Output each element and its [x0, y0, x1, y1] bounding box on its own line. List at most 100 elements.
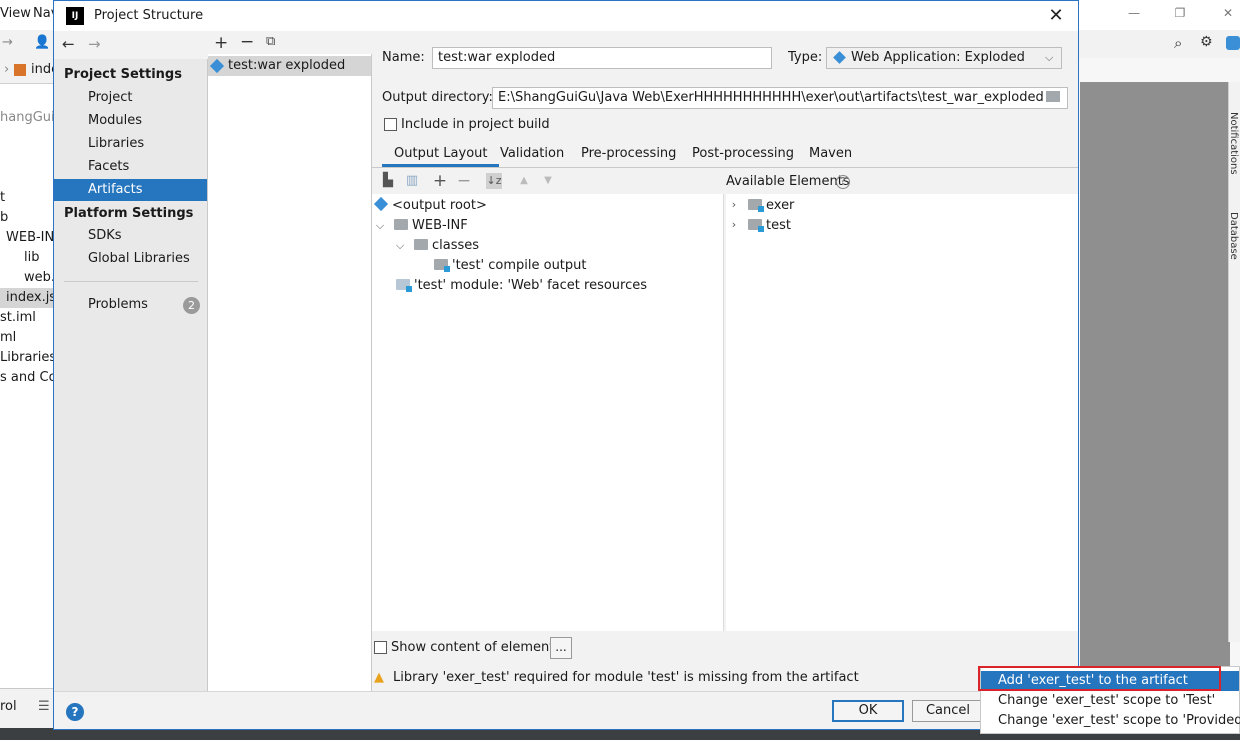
- remove-icon[interactable]: −: [240, 32, 254, 52]
- bottom-tool-label[interactable]: rol: [0, 699, 17, 714]
- tab-validation[interactable]: Validation: [500, 145, 564, 167]
- tree-node-label: 'test' module: 'Web' facet resources: [414, 278, 648, 293]
- popup-item-scope-provided[interactable]: Change 'exer_test' scope to 'Provided': [981, 711, 1240, 731]
- tab-post-processing[interactable]: Post-processing: [692, 145, 794, 167]
- back-arrow-icon[interactable]: ←: [62, 35, 75, 53]
- move-up-icon[interactable]: ▲: [516, 173, 532, 189]
- search-icon[interactable]: ⌕: [1174, 34, 1182, 52]
- window-close-icon[interactable]: ✕: [1218, 6, 1238, 22]
- highlight-box: [978, 666, 1221, 691]
- tree-item[interactable]: b: [0, 208, 8, 228]
- chevron-down-icon[interactable]: ⌵: [394, 239, 406, 253]
- include-in-build-label: Include in project build: [401, 117, 550, 132]
- tree-node-web-inf[interactable]: WEB-INF: [394, 216, 468, 236]
- help-circle-icon[interactable]: ?: [836, 175, 850, 189]
- intellij-logo-icon: IJ: [66, 7, 84, 25]
- type-select[interactable]: Web Application: Exploded ⌵: [826, 47, 1062, 69]
- platform-settings-header: Platform Settings: [64, 206, 194, 221]
- available-item-test[interactable]: test: [748, 216, 791, 236]
- chevron-right-icon[interactable]: ›: [728, 218, 740, 231]
- ok-button[interactable]: OK: [832, 700, 904, 722]
- folder-icon: [394, 219, 408, 230]
- move-down-icon[interactable]: ▼: [540, 173, 556, 189]
- tree-node-facet-resources[interactable]: 'test' module: 'Web' facet resources: [396, 276, 647, 296]
- nav-item-global-libraries[interactable]: Global Libraries: [54, 248, 207, 270]
- tree-item[interactable]: lib: [0, 248, 39, 268]
- nav-item-sdks[interactable]: SDKs: [54, 225, 207, 247]
- ide-bottom-bar: rol ☰: [0, 688, 54, 728]
- project-settings-header: Project Settings: [64, 67, 182, 82]
- tree-node-label: <output root>: [392, 198, 487, 213]
- folder-browse-icon[interactable]: [1046, 91, 1060, 102]
- tree-node-compile-output[interactable]: 'test' compile output: [434, 256, 587, 276]
- name-field[interactable]: test:war exploded: [432, 47, 772, 69]
- problems-count-badge: 2: [183, 297, 200, 314]
- available-item-label: exer: [766, 198, 795, 213]
- output-directory-field[interactable]: E:\ShangGuiGu\Java Web\ExerHHHHHHHHHHH\e…: [492, 87, 1068, 109]
- notifications-tool[interactable]: Notifications: [1228, 112, 1239, 175]
- toolbox-icon[interactable]: [1226, 36, 1240, 50]
- tab-output-layout[interactable]: Output Layout: [382, 145, 500, 167]
- tree-item[interactable]: ml: [0, 328, 16, 348]
- close-icon[interactable]: ✕: [1044, 5, 1068, 27]
- module-output-icon: [434, 259, 450, 272]
- help-button[interactable]: ?: [66, 703, 84, 721]
- dialog-footer: ? OK Cancel: [54, 691, 1078, 729]
- forward-icon[interactable]: →: [2, 35, 13, 50]
- forward-arrow-icon[interactable]: →: [88, 35, 101, 53]
- chevron-down-icon[interactable]: ⌵: [374, 219, 386, 233]
- settings-nav: Project Settings Project Modules Librari…: [54, 59, 208, 691]
- gear-icon[interactable]: ⚙: [1200, 34, 1213, 50]
- sort-icon[interactable]: ↓z: [486, 173, 502, 189]
- tree-item[interactable]: web.: [0, 268, 55, 288]
- new-directory-icon[interactable]: ▙: [380, 173, 396, 189]
- archive-icon[interactable]: ▥: [404, 173, 420, 189]
- user-icon[interactable]: 👤: [34, 35, 50, 50]
- list-icon[interactable]: ☰: [38, 699, 50, 714]
- nav-divider: [64, 281, 198, 282]
- output-root-icon: [373, 196, 389, 212]
- cancel-button[interactable]: Cancel: [912, 700, 984, 722]
- tree-item-selected[interactable]: index.jsp: [0, 288, 64, 308]
- tree-item[interactable]: Libraries: [0, 348, 56, 368]
- tree-node-output-root[interactable]: <output root>: [373, 196, 487, 216]
- project-structure-dialog: IJ Project Structure ✕ ← → Project Setti…: [53, 0, 1079, 730]
- output-layout-tree: <output root> ⌵ WEB-INF ⌵ classes 'test'…: [372, 194, 724, 631]
- nav-item-project[interactable]: Project: [54, 87, 207, 109]
- tree-item[interactable]: st.iml: [0, 308, 36, 328]
- type-select-value: Web Application: Exploded: [851, 50, 1025, 65]
- nav-item-artifacts[interactable]: Artifacts: [54, 179, 207, 201]
- available-item-exer[interactable]: exer: [748, 196, 794, 216]
- web-resources-icon: [396, 279, 412, 292]
- minimize-icon[interactable]: —: [1124, 6, 1144, 22]
- nav-item-facets[interactable]: Facets: [54, 156, 207, 178]
- add-icon[interactable]: +: [214, 33, 228, 53]
- menu-view[interactable]: View: [0, 6, 31, 21]
- folder-icon: [414, 239, 428, 250]
- tab-pre-processing[interactable]: Pre-processing: [581, 145, 676, 167]
- remove-element-icon[interactable]: −: [456, 173, 472, 190]
- artifact-item[interactable]: test:war exploded: [208, 56, 371, 76]
- popup-item-scope-test[interactable]: Change 'exer_test' scope to 'Test': [981, 691, 1239, 711]
- artifact-item-label: test:war exploded: [228, 58, 346, 73]
- output-directory-label: Output directory:: [382, 90, 493, 105]
- nav-item-libraries[interactable]: Libraries: [54, 133, 207, 155]
- tree-node-label: WEB-INF: [412, 218, 468, 233]
- show-content-checkbox[interactable]: [374, 641, 387, 654]
- tree-node-classes[interactable]: classes: [414, 236, 479, 256]
- name-label: Name:: [382, 50, 425, 65]
- type-label: Type:: [788, 50, 823, 65]
- chevron-right-icon: ›: [4, 62, 10, 77]
- database-tool[interactable]: Database: [1228, 212, 1239, 260]
- jsp-file-icon: [14, 64, 26, 76]
- chevron-right-icon[interactable]: ›: [728, 198, 740, 211]
- tab-maven[interactable]: Maven: [809, 145, 852, 167]
- nav-item-modules[interactable]: Modules: [54, 110, 207, 132]
- tree-item[interactable]: t: [0, 188, 5, 208]
- nav-toolbar: ← →: [54, 31, 208, 59]
- include-in-build-checkbox[interactable]: [384, 118, 397, 131]
- add-copy-icon[interactable]: +: [432, 173, 448, 190]
- restore-icon[interactable]: ❐: [1170, 6, 1190, 22]
- more-button[interactable]: ...: [550, 637, 572, 659]
- copy-icon[interactable]: ⧉: [266, 34, 275, 49]
